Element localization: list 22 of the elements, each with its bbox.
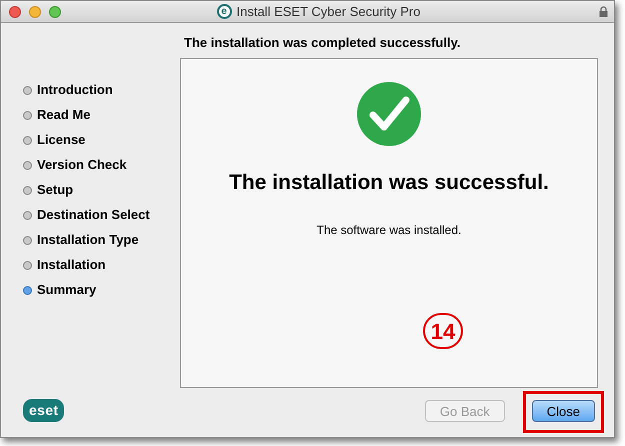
checkmark-icon (356, 81, 422, 147)
success-title: The installation was successful. (229, 170, 549, 196)
close-button[interactable]: Close (532, 400, 595, 422)
app-icon: e (216, 4, 232, 19)
close-window-button[interactable] (9, 6, 21, 18)
step-label: Introduction (37, 81, 113, 100)
step-label: Read Me (37, 106, 90, 124)
zoom-window-button[interactable] (49, 6, 61, 18)
step-label: Version Check (37, 156, 127, 174)
step-number-annotation: 14 (423, 313, 463, 349)
step-label: Destination Select (37, 206, 150, 224)
minimize-window-button[interactable] (29, 6, 41, 18)
header-text: The installation was completed successfully. (183, 34, 462, 52)
step-label: Installation Type (37, 231, 139, 250)
success-message: The software was installed. (316, 222, 462, 238)
step-label: License (37, 131, 86, 150)
step-label: Summary (37, 281, 96, 300)
window-title: Install ESET Cyber Security Pro (236, 2, 420, 21)
step-label: Installation (37, 256, 106, 274)
eset-logo: eset (23, 399, 64, 422)
lock-icon (599, 6, 608, 17)
step-label: Setup (37, 181, 74, 200)
